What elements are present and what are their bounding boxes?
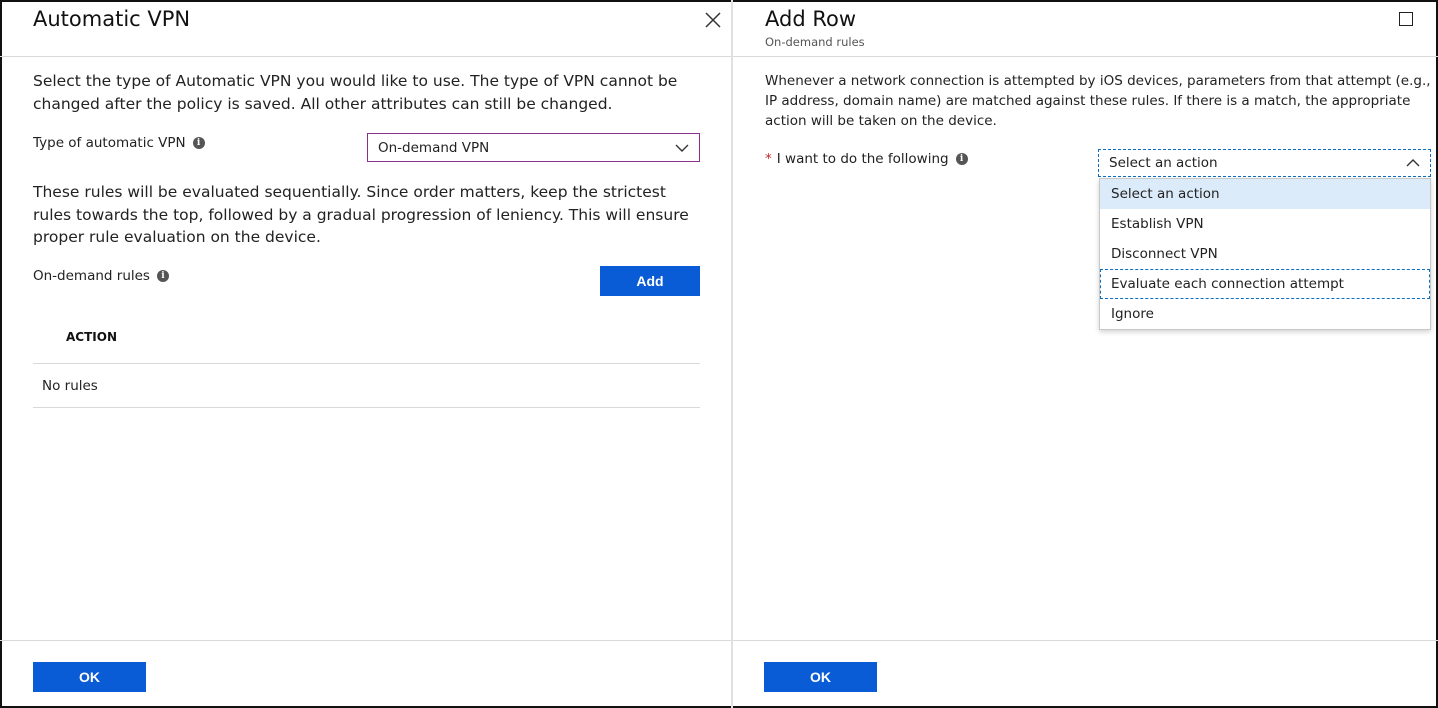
chevron-down-icon <box>675 144 689 152</box>
option-select-an-action[interactable]: Select an action <box>1100 179 1430 209</box>
rules-table-header: ACTION <box>33 313 700 364</box>
blade-subtitle: On-demand rules <box>765 35 865 49</box>
rules-description: These rules will be evaluated sequential… <box>33 183 689 246</box>
vpn-type-select-value: On-demand VPN <box>378 139 490 156</box>
on-demand-rules-label-text: On-demand rules <box>33 268 150 284</box>
info-icon[interactable]: i <box>156 270 169 282</box>
blade-header: Add Row On-demand rules <box>733 0 1438 57</box>
action-select-value: Select an action <box>1109 155 1218 171</box>
blade-footer: OK <box>733 640 1438 708</box>
automatic-vpn-blade: Automatic VPN Select the type of Automat… <box>0 0 731 708</box>
add-row-description: Whenever a network connection is attempt… <box>765 73 1431 129</box>
blade-title: Add Row <box>765 7 857 31</box>
info-icon[interactable]: i <box>955 153 968 165</box>
on-demand-rules-label: On-demand rules i <box>33 268 169 284</box>
option-ignore[interactable]: Ignore <box>1100 299 1430 329</box>
type-of-vpn-label: Type of automatic VPN i <box>33 135 205 151</box>
add-row-blade: Add Row On-demand rules Whenever a netwo… <box>733 0 1438 708</box>
chevron-up-icon <box>1406 159 1420 167</box>
action-label: * I want to do the following i <box>765 151 968 167</box>
blade-header: Automatic VPN <box>0 0 731 57</box>
option-disconnect-vpn[interactable]: Disconnect VPN <box>1100 239 1430 269</box>
type-of-vpn-label-text: Type of automatic VPN <box>33 135 186 151</box>
ok-button[interactable]: OK <box>764 662 877 692</box>
vpn-type-select[interactable]: On-demand VPN <box>367 133 700 162</box>
action-label-text: I want to do the following <box>776 151 949 167</box>
close-icon[interactable] <box>701 8 725 32</box>
blade-footer: OK <box>0 640 731 708</box>
option-evaluate-each-connection-attempt[interactable]: Evaluate each connection attempt <box>1100 269 1430 299</box>
action-dropdown-list: Select an action Establish VPN Disconnec… <box>1099 178 1431 330</box>
add-button[interactable]: Add <box>600 266 700 296</box>
blade-title: Automatic VPN <box>33 7 191 31</box>
column-header-action[interactable]: ACTION <box>66 330 117 344</box>
empty-rules-text: No rules <box>42 378 98 394</box>
info-icon[interactable]: i <box>192 137 205 149</box>
option-establish-vpn[interactable]: Establish VPN <box>1100 209 1430 239</box>
action-select[interactable]: Select an action <box>1098 149 1431 177</box>
required-marker: * <box>765 151 772 167</box>
maximize-icon[interactable] <box>1399 12 1413 26</box>
table-row: No rules <box>33 364 700 408</box>
ok-button[interactable]: OK <box>33 662 146 692</box>
intro-text: Select the type of Automatic VPN you wou… <box>33 72 678 113</box>
